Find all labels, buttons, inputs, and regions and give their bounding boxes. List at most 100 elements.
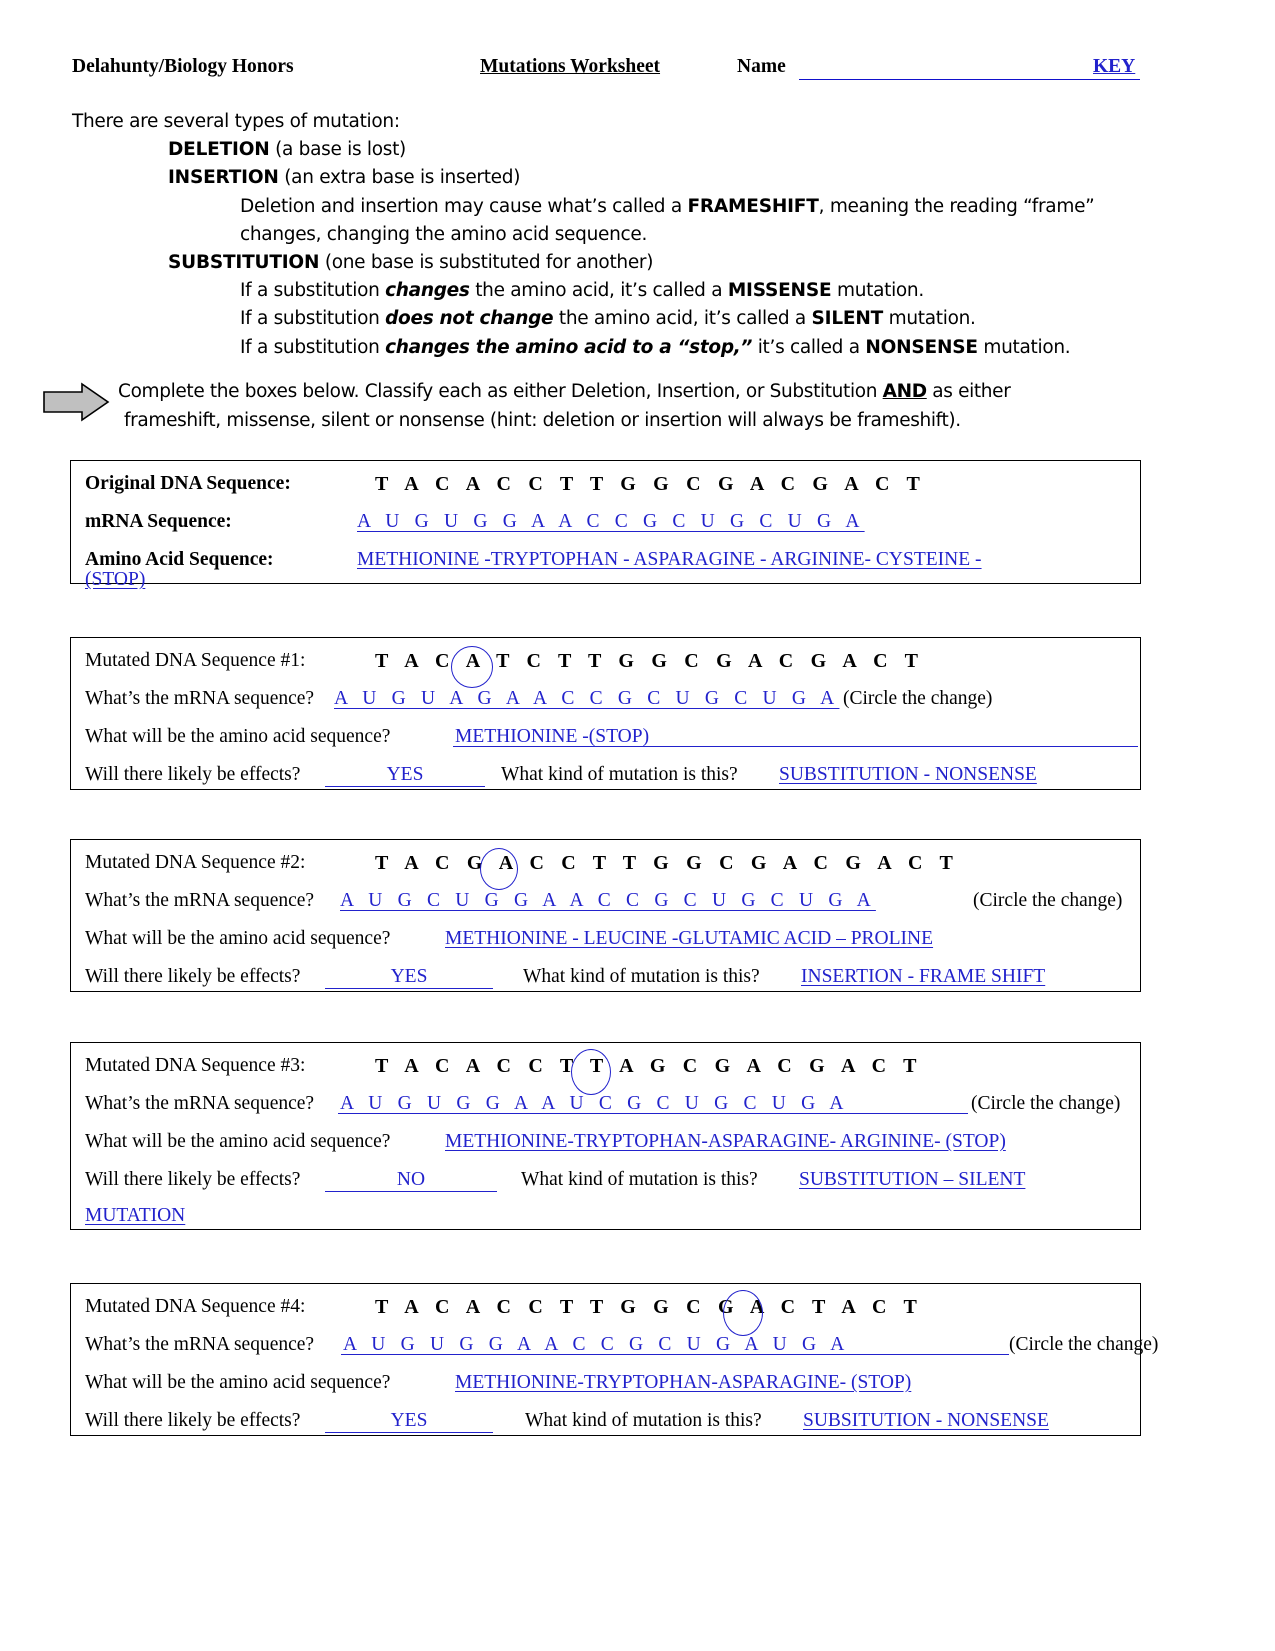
original-dna-label-text: Original DNA Sequence xyxy=(85,473,285,494)
original-amino-row-2: (STOP) xyxy=(85,569,1140,593)
mutation-1-amino-blank[interactable] xyxy=(453,726,1138,747)
insertion-description: (an extra base is inserted) xyxy=(278,167,521,189)
mutation-2-dna-sequence: T A C G A C C T T G G C G A C G A C T xyxy=(375,852,959,874)
frameshift-text-a: Deletion and insertion may cause what’s … xyxy=(240,195,688,217)
original-mrna-row: mRNA Sequence: A U G U G G A A C C G C U… xyxy=(85,509,1140,547)
silent-term: SILENT xyxy=(811,308,884,330)
mutation-2-amino-answer[interactable]: METHIONINE - LEUCINE -GLUTAMIC ACID – PR… xyxy=(445,928,933,950)
mutation-4-mrna-question: What’s the mRNA sequence? xyxy=(85,1334,315,1355)
mutation-3-mrna-blank[interactable] xyxy=(338,1093,968,1114)
mutation-4-mrna-row: What’s the mRNA sequence? A U G U G G A … xyxy=(85,1332,1158,1370)
mutation-4-kind-answer[interactable]: SUBSITUTION - NONSENSE xyxy=(803,1410,1049,1432)
mutation-4-kind-question: What kind of mutation is this? xyxy=(525,1410,762,1431)
course-title: Delahunty/Biology Honors xyxy=(72,56,294,77)
instruction-line-1: Complete the boxes below. Classify each … xyxy=(118,378,1138,407)
mutation-box-1: Mutated DNA Sequence #1: T A C A T C T T… xyxy=(70,637,1141,790)
mutation-4-dna-row: Mutated DNA Sequence #4: T A C A C C T T… xyxy=(85,1290,1140,1336)
original-sequence-box: Original DNA Sequence: T A C A C C T T G… xyxy=(70,460,1141,590)
mutation-2-effects-question: Will there likely be effects? xyxy=(85,966,301,987)
mutation-2-kind-answer[interactable]: INSERTION - FRAME SHIFT xyxy=(801,966,1045,988)
silent-text-a: If a substitution xyxy=(240,308,386,330)
insertion-term: INSERTION xyxy=(168,167,279,189)
mutation-2-circle-note: (Circle the change) xyxy=(973,890,1123,911)
mutation-box-2: Mutated DNA Sequence #2: T A C G A C C T… xyxy=(70,839,1141,992)
mutation-2-effects-row: Will there likely be effects? YES What k… xyxy=(85,964,1140,994)
mutation-2-amino-row: What will be the amino acid sequence? ME… xyxy=(85,926,1140,964)
mutation-3-amino-row: What will be the amino acid sequence? ME… xyxy=(85,1129,1140,1167)
mutation-4-effects-question: Will there likely be effects? xyxy=(85,1410,301,1431)
name-label: Name xyxy=(737,56,786,77)
frameshift-text-b: , meaning the reading “frame” xyxy=(818,195,1095,217)
original-amino-sequence-line2: (STOP) xyxy=(85,569,146,590)
original-mrna-sequence: A U G U G G A A C C G C U G C U G A xyxy=(357,511,865,532)
mutation-2-mrna-answer: A U G C U G G A A C C G C U G C U G A xyxy=(340,890,876,911)
deletion-term: DELETION xyxy=(168,139,270,161)
original-dna-row: Original DNA Sequence: T A C A C C T T G… xyxy=(85,471,1140,509)
mutation-3-dna-row: Mutated DNA Sequence #3: T A C A C C T T… xyxy=(85,1049,1140,1095)
original-amino-label: Amino Acid Sequence: xyxy=(85,549,274,570)
frameshift-definition-line1: Deletion and insertion may cause what’s … xyxy=(72,193,1152,221)
mutation-3-dna-sequence: T A C A C C T T A G C G A C G A C T xyxy=(375,1055,923,1077)
substitution-term: SUBSTITUTION xyxy=(168,252,320,274)
mutation-4-change-circle xyxy=(723,1290,763,1336)
nonsense-text-a: If a substitution xyxy=(240,336,386,358)
deletion-definition: DELETION (a base is lost) xyxy=(72,136,1152,164)
mutation-3-effects-answer[interactable]: NO xyxy=(325,1169,497,1192)
nonsense-emphasis: changes the amino acid to a “stop,” xyxy=(385,336,753,358)
mutation-box-4: Mutated DNA Sequence #4: T A C A C C T T… xyxy=(70,1283,1158,1438)
mutation-4-effects-answer[interactable]: YES xyxy=(325,1410,493,1433)
mutation-1-kind-question: What kind of mutation is this? xyxy=(501,764,738,785)
mutation-1-change-circle xyxy=(451,646,493,688)
mutation-1-effects-answer[interactable]: YES xyxy=(325,764,485,787)
mutation-1-amino-question: What will be the amino acid sequence? xyxy=(85,726,391,747)
right-arrow-icon xyxy=(43,382,110,422)
mutation-1-circle-note: (Circle the change) xyxy=(843,688,993,709)
missense-text-c: mutation. xyxy=(831,280,924,302)
missense-text-b: the amino acid, it’s called a xyxy=(469,280,728,302)
mutation-4-amino-answer[interactable]: METHIONINE-TRYPTOPHAN-ASPARAGINE- (STOP) xyxy=(455,1372,911,1394)
original-amino-sequence: METHIONINE -TRYPTOPHAN - ASPARAGINE - AR… xyxy=(357,549,982,570)
mutation-4-amino-row: What will be the amino acid sequence? ME… xyxy=(85,1370,1140,1408)
mutation-3-effects-question: Will there likely be effects? xyxy=(85,1169,301,1190)
mutation-4-circle-note: (Circle the change) xyxy=(1009,1334,1159,1355)
mutation-2-mrna-row: What’s the mRNA sequence? A U G C U G G … xyxy=(85,888,1140,926)
worksheet-page: Delahunty/Biology Honors Mutations Works… xyxy=(0,0,1275,1651)
mutation-1-kind-answer[interactable]: SUBSTITUTION - NONSENSE xyxy=(779,764,1037,786)
mutation-1-mrna-answer: A U G U A G A A C C G C U G C U G A xyxy=(334,688,840,709)
frameshift-definition-line2: changes, changing the amino acid sequenc… xyxy=(240,223,648,245)
key-annotation: KEY xyxy=(1093,56,1136,77)
original-dna-label-colon: : xyxy=(284,473,291,494)
mutation-1-mrna-row: What’s the mRNA sequence? A U G U A G A … xyxy=(85,686,1140,724)
page-header: Delahunty/Biology Honors Mutations Works… xyxy=(72,56,1142,86)
insertion-definition: INSERTION (an extra base is inserted) xyxy=(72,164,1152,192)
mutation-4-effects-row: Will there likely be effects? YES What k… xyxy=(85,1408,1140,1438)
mutation-3-amino-question: What will be the amino acid sequence? xyxy=(85,1131,391,1152)
silent-emphasis: does not change xyxy=(385,308,554,330)
substitution-definition: SUBSTITUTION (one base is substituted fo… xyxy=(72,249,1152,277)
mutation-2-label: Mutated DNA Sequence #2: xyxy=(85,852,306,873)
name-blank-line[interactable] xyxy=(799,56,1140,80)
instruction-and: AND xyxy=(882,381,927,402)
original-dna-sequence: T A C A C C T T G G C G A C G A C T xyxy=(375,473,927,495)
nonsense-text-c: mutation. xyxy=(977,336,1071,358)
mutation-box-3: Mutated DNA Sequence #3: T A C A C C T T… xyxy=(70,1042,1141,1230)
nonsense-term: NONSENSE xyxy=(865,336,978,358)
deletion-description: (a base is lost) xyxy=(269,139,406,161)
mutation-1-dna-row: Mutated DNA Sequence #1: T A C A T C T T… xyxy=(85,646,1140,688)
mutation-2-effects-answer[interactable]: YES xyxy=(325,966,493,989)
mutation-3-kind-answer-line2[interactable]: MUTATION xyxy=(85,1205,185,1227)
mutation-1-effects-question: Will there likely be effects? xyxy=(85,764,301,785)
nonsense-text-b: it’s called a xyxy=(752,336,866,358)
mutation-3-kind-row-2: MUTATION xyxy=(85,1205,1140,1233)
mutation-3-change-circle xyxy=(571,1049,611,1095)
mutation-4-mrna-blank[interactable] xyxy=(341,1334,1009,1355)
nonsense-definition: If a substitution changes the amino acid… xyxy=(72,334,1152,362)
mutation-4-label: Mutated DNA Sequence #4: xyxy=(85,1296,306,1317)
mutation-1-mrna-question: What’s the mRNA sequence? xyxy=(85,688,315,709)
mutation-2-amino-question: What will be the amino acid sequence? xyxy=(85,928,391,949)
mutation-3-kind-answer[interactable]: SUBSTITUTION – SILENT xyxy=(799,1169,1025,1191)
instruction-text-b: as either xyxy=(926,381,1011,402)
mutation-3-amino-answer[interactable]: METHIONINE-TRYPTOPHAN-ASPARAGINE- ARGINI… xyxy=(445,1131,1006,1153)
instruction-line-2: frameshift, missense, silent or nonsense… xyxy=(124,409,961,431)
missense-text-a: If a substitution xyxy=(240,280,386,302)
